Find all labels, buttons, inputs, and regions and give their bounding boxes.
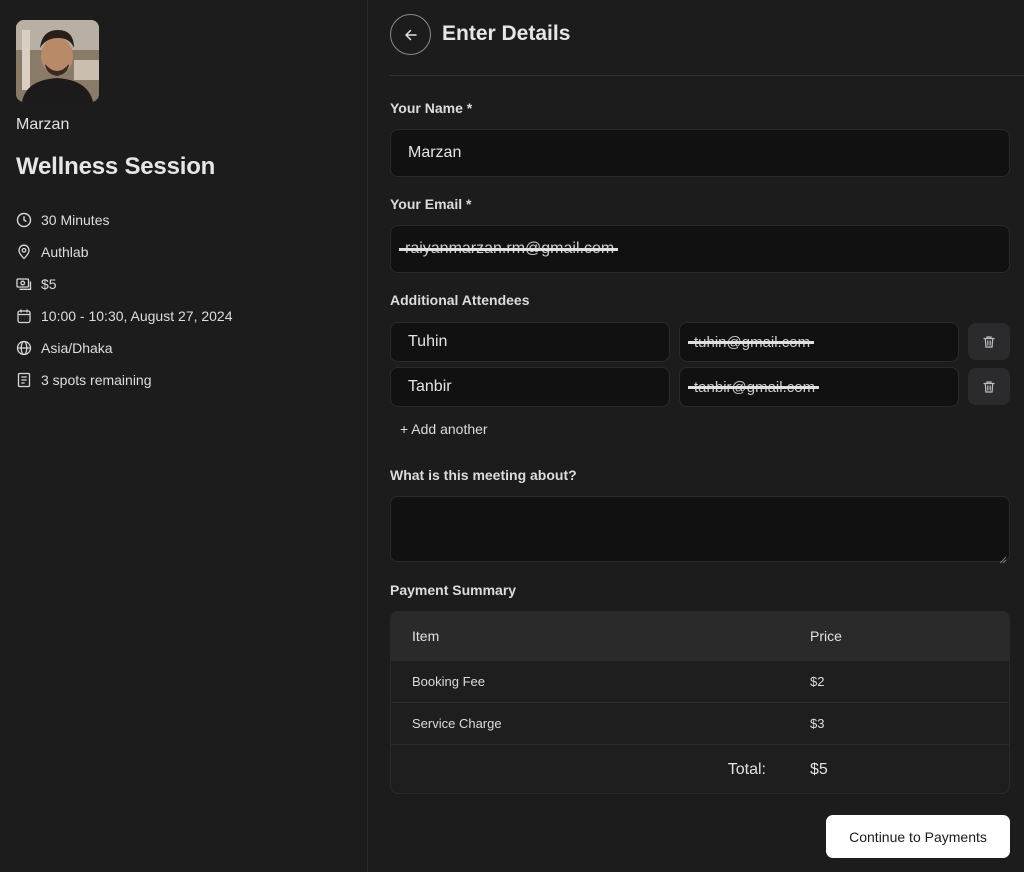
total-value: $5 (810, 761, 828, 778)
meeting-about-label: What is this meeting about? (390, 467, 577, 483)
meta-datetime: 10:00 - 10:30, August 27, 2024 (16, 300, 233, 332)
remove-attendee-button[interactable] (968, 368, 1010, 405)
email-input[interactable]: raiyanmarzan.rm@gmail.com (390, 225, 1010, 273)
add-attendee-link[interactable]: + Add another (400, 421, 488, 437)
column-header-price: Price (810, 628, 842, 644)
meta-text: $5 (41, 276, 57, 292)
globe-icon (16, 340, 32, 356)
remove-attendee-button[interactable] (968, 323, 1010, 360)
clock-icon (16, 212, 32, 228)
name-input[interactable]: Marzan (390, 129, 1010, 177)
table-header: Item Price (391, 612, 1009, 660)
event-title: Wellness Session (16, 153, 216, 180)
attendee-row: Tuhin tuhin@gmail.com (390, 322, 1010, 362)
host-avatar (16, 20, 99, 102)
resize-handle-icon[interactable] (999, 551, 1007, 564)
table-row: Booking Fee $2 (391, 660, 1009, 702)
document-icon (16, 372, 32, 388)
page-title: Enter Details (442, 22, 571, 45)
attendee-name-value: Tuhin (408, 333, 448, 350)
attendee-email-input[interactable]: tuhin@gmail.com (679, 322, 959, 362)
location-pin-icon (16, 244, 32, 260)
email-input-value: raiyanmarzan.rm@gmail.com (398, 240, 619, 257)
row-item: Booking Fee (412, 674, 485, 689)
money-icon (16, 276, 32, 292)
attendee-name-input[interactable]: Tuhin (390, 322, 670, 362)
attendee-name-value: Tanbir (408, 378, 452, 395)
meta-text: 30 Minutes (41, 212, 110, 228)
trash-icon (982, 335, 996, 349)
meta-location: Authlab (16, 236, 233, 268)
payment-summary-table: Item Price Booking Fee $2 Service Charge… (390, 611, 1010, 794)
meta-duration: 30 Minutes (16, 204, 233, 236)
meta-text: Authlab (41, 244, 89, 260)
row-price: $2 (810, 674, 825, 689)
total-label: Total: (727, 761, 766, 778)
payment-summary-label: Payment Summary (390, 582, 517, 598)
name-input-value: Marzan (408, 144, 462, 161)
name-label: Your Name * (390, 100, 473, 116)
email-label: Your Email * (390, 196, 472, 212)
back-button[interactable] (390, 14, 431, 55)
row-item: Service Charge (412, 716, 502, 731)
arrow-left-icon (404, 28, 418, 42)
calendar-icon (16, 308, 32, 324)
table-row: Service Charge $3 (391, 702, 1009, 744)
meeting-about-textarea[interactable] (390, 496, 1010, 564)
meta-text: Asia/Dhaka (41, 340, 113, 356)
trash-icon (982, 380, 996, 394)
attendee-email-value: tuhin@gmail.com (687, 333, 815, 351)
event-meta-list: 30 Minutes Authlab $5 10:00 - 10:30, Aug… (16, 204, 233, 396)
host-name: Marzan (16, 116, 70, 133)
column-header-item: Item (412, 628, 440, 644)
row-price: $3 (810, 716, 825, 731)
meta-spots: 3 spots remaining (16, 364, 233, 396)
event-sidebar: Marzan Wellness Session 30 Minutes Authl… (0, 0, 368, 872)
meta-price: $5 (16, 268, 233, 300)
attendees-label: Additional Attendees (390, 292, 530, 308)
meta-text: 10:00 - 10:30, August 27, 2024 (41, 308, 233, 324)
continue-to-payments-button[interactable]: Continue to Payments (826, 815, 1010, 858)
attendee-name-input[interactable]: Tanbir (390, 367, 670, 407)
attendee-email-value: tanbir@gmail.com (687, 378, 820, 396)
meta-text: 3 spots remaining (41, 372, 152, 388)
attendee-row: Tanbir tanbir@gmail.com (390, 367, 1010, 407)
meta-timezone: Asia/Dhaka (16, 332, 233, 364)
table-total-row: Total: $5 (391, 744, 1009, 793)
header-divider (390, 75, 1024, 76)
attendee-email-input[interactable]: tanbir@gmail.com (679, 367, 959, 407)
